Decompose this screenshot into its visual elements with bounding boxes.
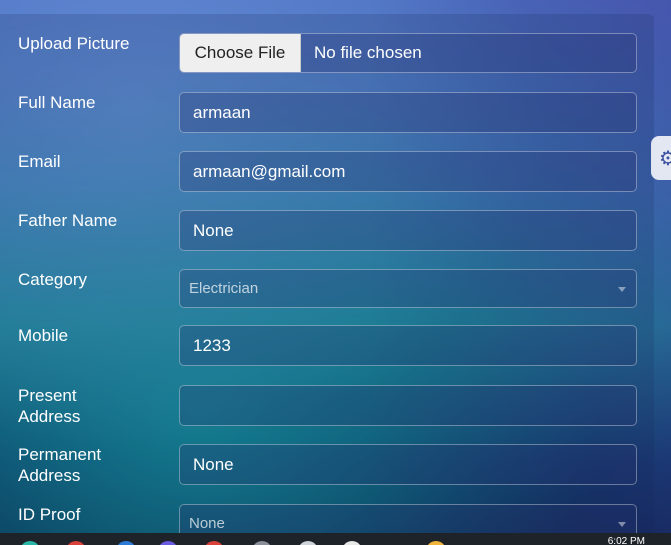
father-name-label: Father Name bbox=[18, 211, 118, 230]
father-name-value: None bbox=[193, 220, 234, 240]
present-address-label-line2: Address bbox=[18, 407, 81, 426]
full-name-input[interactable]: armaan bbox=[179, 92, 637, 133]
permanent-address-label-line2: Address bbox=[18, 466, 81, 485]
mobile-input[interactable]: 1233 bbox=[179, 325, 637, 366]
permanent-address-label: Permanent Address bbox=[18, 444, 168, 486]
present-address-label: Present Address bbox=[18, 385, 168, 427]
category-label: Category bbox=[18, 270, 87, 289]
permanent-address-label-line1: Permanent bbox=[18, 445, 102, 464]
email-input[interactable]: armaan@gmail.com bbox=[179, 151, 637, 192]
full-name-label: Full Name bbox=[18, 93, 96, 112]
upload-picture-input[interactable]: Choose File No file chosen bbox=[179, 33, 637, 73]
gear-icon: ⚙ bbox=[659, 147, 671, 170]
upload-picture-label: Upload Picture bbox=[18, 34, 130, 53]
email-value: armaan@gmail.com bbox=[193, 161, 346, 181]
file-status-text: No file chosen bbox=[314, 43, 422, 62]
choose-file-button[interactable]: Choose File bbox=[180, 34, 301, 72]
category-select[interactable]: Electrician bbox=[179, 269, 637, 308]
mobile-value: 1233 bbox=[193, 335, 231, 355]
chevron-down-icon bbox=[618, 521, 626, 527]
id-proof-value: None bbox=[189, 515, 225, 532]
full-name-value: armaan bbox=[193, 102, 251, 122]
taskbar-clock: 6:02 PM bbox=[607, 536, 645, 545]
mobile-label: Mobile bbox=[18, 326, 69, 345]
email-label: Email bbox=[18, 152, 61, 171]
permanent-address-input[interactable]: None bbox=[179, 444, 637, 485]
chevron-down-icon bbox=[618, 286, 626, 292]
settings-tab[interactable]: ⚙ bbox=[651, 136, 671, 180]
present-address-label-line1: Present bbox=[18, 386, 77, 405]
father-name-input[interactable]: None bbox=[179, 210, 637, 251]
permanent-address-value: None bbox=[193, 454, 234, 474]
category-value: Electrician bbox=[189, 280, 259, 297]
taskbar bbox=[0, 533, 671, 545]
id-proof-label: ID Proof bbox=[18, 505, 81, 524]
present-address-input[interactable] bbox=[179, 385, 637, 426]
